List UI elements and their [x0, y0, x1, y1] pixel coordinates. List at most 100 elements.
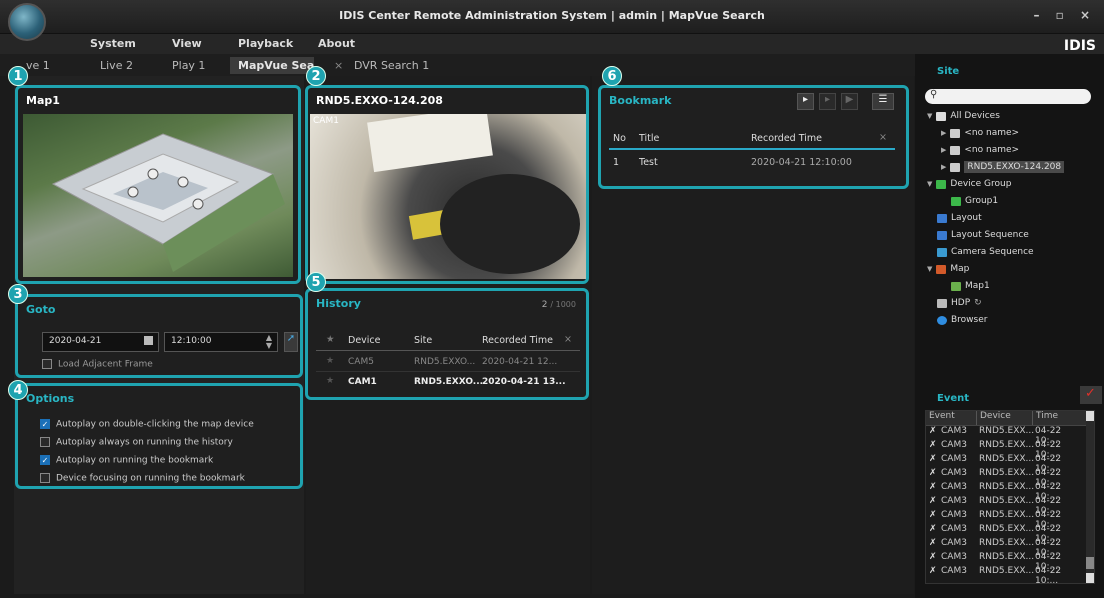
history-total: / 1000 [550, 300, 576, 309]
motion-event-icon: ✗ [929, 454, 937, 464]
table-row[interactable]: ★ CAM1 RND5.EXXO... 2020-04-21 13... [316, 373, 580, 392]
camera-video-feed[interactable]: CAM1 [310, 105, 586, 279]
scroll-down-button[interactable] [1086, 573, 1094, 583]
scroll-thumb[interactable] [1086, 557, 1094, 569]
tree-item-browser[interactable]: Browser [937, 312, 987, 328]
event-row[interactable]: ✗ CAM3 RND5.EXX... 04-22 10:... [926, 426, 1094, 446]
load-adjacent-frame-checkbox[interactable] [42, 359, 52, 369]
option-item[interactable]: Device focusing on running the bookmark [40, 473, 245, 484]
option-checkbox-checked[interactable]: ✓ [40, 455, 50, 465]
tree-item-device[interactable]: ▶ <no name> [941, 142, 1019, 158]
load-adjacent-frame-option[interactable]: Load Adjacent Frame [42, 359, 153, 370]
tree-item-map[interactable]: ▼ Map [927, 261, 969, 277]
event-cell-device: RND5.EXX... [979, 482, 1035, 492]
tree-item-group1[interactable]: Group1 [951, 193, 998, 209]
event-row[interactable]: ✗ CAM3 RND5.EXX... 04-22 10:... [926, 454, 1094, 474]
hdp-icon [937, 298, 947, 308]
tree-item-all-devices[interactable]: ▼ All Devices [927, 108, 1000, 124]
tree-item-hdp[interactable]: HDP ↻ [937, 295, 982, 311]
event-cell-event: CAM3 [941, 426, 967, 436]
tree-item-device-selected[interactable]: ▶ RND5.EXXO-124.208 [941, 159, 1065, 175]
event-cell-device: RND5.EXX... [979, 510, 1035, 520]
play-bookmark-icon[interactable]: ▶ [841, 93, 858, 110]
goto-date-field[interactable]: 2020-04-21 [42, 332, 159, 352]
edit-bookmark-icon[interactable]: ▸ [819, 93, 836, 110]
bookmark-cell-title: Test [639, 157, 658, 168]
event-row[interactable]: ✗ CAM3 RND5.EXX... 04-22 10:... [926, 566, 1094, 586]
tab-live-2[interactable]: Live 2 [100, 59, 133, 72]
event-cell-time: 04-22 10:... [1035, 454, 1062, 474]
history-col-site[interactable]: Site [414, 335, 432, 346]
history-cell-site: RND5.EXXO... [414, 357, 476, 367]
option-checkbox[interactable] [40, 473, 50, 483]
calendar-icon[interactable] [144, 336, 153, 345]
event-row[interactable]: ✗ CAM3 RND5.EXX... 04-22 10:... [926, 510, 1094, 530]
site-search-input[interactable]: ⚲ [925, 89, 1091, 104]
tree-item-label: <no name> [964, 145, 1020, 155]
history-col-recorded-time[interactable]: Recorded Time [482, 335, 553, 346]
favorite-star-icon[interactable]: ★ [326, 376, 334, 386]
tree-item-camera-sequence[interactable]: Camera Sequence [937, 244, 1034, 260]
event-row[interactable]: ✗ CAM3 RND5.EXX... 04-22 10:... [926, 468, 1094, 488]
event-col-device[interactable]: Device [976, 411, 1032, 425]
device-icon [950, 128, 961, 138]
menu-system[interactable]: System [90, 37, 136, 50]
close-icon[interactable]: × [564, 334, 572, 345]
event-alert-icon[interactable]: ✓ [1080, 386, 1102, 404]
layout-sequence-icon [937, 230, 947, 240]
option-checkbox-checked[interactable]: ✓ [40, 419, 50, 429]
event-row[interactable]: ✗ CAM3 RND5.EXX... 04-22 10:... [926, 496, 1094, 516]
event-scrollbar[interactable] [1086, 411, 1094, 583]
history-cell-time: 2020-04-21 12... [482, 357, 558, 367]
map-image[interactable] [23, 114, 293, 277]
favorite-star-icon[interactable]: ★ [326, 356, 334, 366]
menu-view[interactable]: View [172, 37, 202, 50]
option-item[interactable]: Autoplay always on running the history [40, 437, 233, 448]
option-item[interactable]: ✓ Autoplay on double-clicking the map dev… [40, 419, 254, 430]
camera-panel-title: RND5.EXXO-124.208 [316, 94, 443, 107]
tab-play-1[interactable]: Play 1 [172, 59, 205, 72]
tree-item-layout[interactable]: Layout [937, 210, 982, 226]
bookmark-col-title[interactable]: Title [639, 133, 659, 144]
add-bookmark-icon[interactable]: ▸ [797, 93, 814, 110]
goto-time-field[interactable]: 12:10:00 ▲ ▼ [164, 332, 278, 352]
tab-mapvue-search[interactable]: MapVue Search [230, 57, 314, 74]
goto-jump-button[interactable]: ➚ [284, 332, 298, 352]
option-item[interactable]: ✓ Autoplay on running the bookmark [40, 455, 213, 466]
window-controls[interactable]: – ▫ × [1033, 8, 1096, 22]
tab-dvr-search-1[interactable]: DVR Search 1 [354, 59, 429, 72]
history-col-device[interactable]: Device [348, 335, 381, 346]
event-row[interactable]: ✗ CAM3 RND5.EXX... 04-22 10:... [926, 482, 1094, 502]
refresh-icon[interactable]: ↻ [974, 298, 982, 308]
tree-item-layout-sequence[interactable]: Layout Sequence [937, 227, 1029, 243]
event-col-event[interactable]: Event [926, 411, 976, 425]
menu-playback[interactable]: Playback [238, 37, 293, 50]
event-row[interactable]: ✗ CAM3 RND5.EXX... 04-22 10:... [926, 552, 1094, 572]
close-icon[interactable]: × [879, 132, 887, 143]
event-cell-time: 04-22 10:... [1035, 440, 1062, 460]
event-row[interactable]: ✗ CAM3 RND5.EXX... 04-22 10:... [926, 440, 1094, 460]
history-header: ★ Device Site Recorded Time × [316, 331, 580, 351]
tree-item-device-group[interactable]: ▼ Device Group [927, 176, 1011, 192]
options-panel-title: Options [26, 392, 75, 405]
list-menu-icon[interactable]: ☰ [872, 93, 894, 110]
table-row[interactable]: 1 Test 2020-04-21 12:10:00 [609, 153, 895, 173]
bookmark-col-no[interactable]: No [613, 133, 626, 144]
event-col-time[interactable]: Time [1032, 411, 1086, 425]
tab-live-1[interactable]: ve 1 [26, 59, 50, 72]
bookmark-col-recorded-time[interactable]: Recorded Time [751, 133, 822, 144]
scroll-up-button[interactable] [1086, 411, 1094, 421]
time-stepper-icon[interactable]: ▲ ▼ [266, 334, 272, 350]
app-logo[interactable] [8, 3, 46, 41]
tree-item-map1[interactable]: Map1 [951, 278, 990, 294]
event-cell-device: RND5.EXX... [979, 566, 1035, 576]
tree-item-device[interactable]: ▶ <no name> [941, 125, 1019, 141]
favorite-star-icon[interactable]: ★ [326, 334, 335, 345]
table-row[interactable]: ★ CAM5 RND5.EXXO... 2020-04-21 12... [316, 353, 580, 372]
bookmark-panel-title: Bookmark [609, 94, 672, 107]
menu-about[interactable]: About [318, 37, 355, 50]
close-tab-icon[interactable]: × [334, 59, 343, 72]
event-row[interactable]: ✗ CAM3 RND5.EXX... 04-22 10:... [926, 524, 1094, 544]
option-checkbox[interactable] [40, 437, 50, 447]
event-row[interactable]: ✗ CAM3 RND5.EXX... 04-22 10:... [926, 538, 1094, 558]
